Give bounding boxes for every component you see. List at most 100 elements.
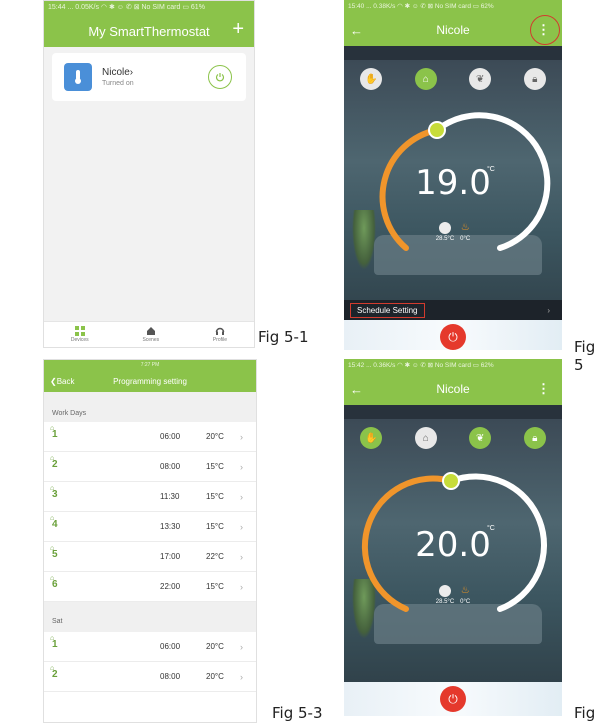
- schedule-row[interactable]: ⌂ 1 06:00 20°C ›: [44, 422, 256, 452]
- home-mode-button[interactable]: ⌂: [414, 68, 437, 90]
- period-icon: ⌂ 1: [50, 635, 58, 650]
- app-header: ❮Back Programming setting: [44, 370, 256, 392]
- period-temp: 20°C: [206, 432, 224, 441]
- lock-button[interactable]: 🔒︎: [523, 68, 546, 90]
- tab-scenes[interactable]: Scenes: [142, 326, 159, 343]
- period-temp: 22°C: [206, 552, 224, 561]
- mode-selector: ✋ ⌂ ❦ 🔒︎: [344, 427, 562, 449]
- app-header: My SmartThermostat +: [44, 15, 254, 47]
- schedule-row[interactable]: ⌂ 3 11:30 15°C ›: [44, 482, 256, 512]
- period-icon: ⌂ 6: [50, 575, 58, 590]
- status-bar: 15:44 ... 0.05K/s ◠ ✱ ☺ ✆ ⊠ No SIM card …: [44, 1, 254, 15]
- power-button[interactable]: ⏻: [440, 324, 466, 350]
- thermostat-icon: [64, 63, 92, 91]
- hand-mode-button[interactable]: ✋: [360, 427, 383, 449]
- device-power-toggle[interactable]: [208, 65, 232, 89]
- lock-button[interactable]: 🔒︎: [523, 427, 546, 449]
- temperature-unit: °C: [487, 525, 495, 532]
- period-time: 06:00: [160, 432, 181, 441]
- back-button[interactable]: ←: [350, 23, 363, 38]
- power-icon: ⏻: [448, 691, 458, 706]
- period-time: 08:00: [160, 672, 181, 681]
- sensor-readings: 28.5°C ♨ 0°C: [344, 222, 562, 242]
- figure-caption: Fig 5: [574, 704, 596, 723]
- period-time: 17:00: [160, 552, 181, 561]
- chevron-right-icon: ›: [240, 521, 243, 532]
- schedule-row[interactable]: ⌂ 6 22:00 15°C ›: [44, 572, 256, 602]
- schedule-setting-label: Schedule Setting: [350, 302, 425, 318]
- dial-knob[interactable]: [428, 121, 446, 139]
- temperature-unit: °C: [487, 166, 495, 173]
- bottom-tab-bar: Devices Scenes Profile: [44, 321, 254, 347]
- mode-selector: ✋ ⌂ ❦ 🔒︎: [344, 68, 562, 90]
- period-icon: ⌂ 3: [50, 485, 58, 500]
- device-list-screen: 15:44 ... 0.05K/s ◠ ✱ ☺ ✆ ⊠ No SIM card …: [43, 0, 255, 348]
- power-button[interactable]: ⏻: [440, 686, 466, 712]
- add-device-button[interactable]: +: [232, 19, 244, 39]
- status-bar: 15:40 ... 0.38K/s ◠ ✱ ☺ ✆ ⊠ No SIM card …: [344, 0, 562, 14]
- status-bar: 15:42 ... 0.36K/s ◠ ✱ ☺ ✆ ⊠ No SIM card …: [344, 359, 562, 373]
- period-icon: ⌂ 1: [50, 425, 58, 440]
- chevron-right-icon: ›: [240, 581, 243, 592]
- status-bar: 7:27 PM: [44, 360, 256, 370]
- page-title: Nicole: [436, 23, 470, 37]
- schedule-row[interactable]: ⌂ 1 06:00 20°C ›: [44, 632, 256, 662]
- tab-label: Devices: [70, 337, 89, 343]
- period-time: 13:30: [160, 522, 181, 531]
- section-header-sat: Sat: [44, 612, 256, 632]
- period-temp: 15°C: [206, 462, 224, 471]
- device-name: Nicole›: [102, 67, 134, 78]
- chevron-right-icon: ›: [240, 461, 243, 472]
- back-button[interactable]: ←: [350, 382, 363, 397]
- chevron-right-icon: ›: [240, 641, 243, 652]
- figure-caption: Fig 5: [574, 338, 596, 374]
- device-status: Turned on: [102, 80, 134, 87]
- chevron-right-icon: ›: [240, 431, 243, 442]
- home-icon: ⌂: [422, 73, 429, 85]
- leaf-icon: ❦: [476, 432, 485, 444]
- schedule-row[interactable]: ⌂ 5 17:00 22°C ›: [44, 542, 256, 572]
- power-icon: ⏻: [448, 329, 458, 344]
- room-temperature: 28.5°C: [435, 599, 455, 605]
- floor-heat-icon: ♨: [460, 585, 470, 596]
- hand-icon: ✋: [365, 432, 378, 444]
- period-icon: ⌂ 2: [50, 665, 58, 680]
- app-header: ← Nicole ⋮: [344, 373, 562, 405]
- sensor-readings: 28.5°C ♨ 0°C: [344, 585, 562, 605]
- target-temperature: 20.0: [415, 525, 491, 565]
- floor-temperature: 0°C: [460, 236, 471, 242]
- dial-knob[interactable]: [442, 472, 460, 490]
- back-button[interactable]: ❮Back: [50, 377, 75, 386]
- eco-mode-button[interactable]: ❦: [469, 68, 492, 90]
- thermostat-screen: 15:42 ... 0.36K/s ◠ ✱ ☺ ✆ ⊠ No SIM card …: [344, 359, 562, 716]
- figure-caption: Fig 5-3: [272, 704, 323, 722]
- schedule-row[interactable]: ⌂ 2 08:00 15°C ›: [44, 452, 256, 482]
- period-temp: 20°C: [206, 672, 224, 681]
- eco-mode-button[interactable]: ❦: [469, 427, 492, 449]
- chevron-right-icon: ›: [240, 491, 243, 502]
- thermostat-screen: 15:40 ... 0.38K/s ◠ ✱ ☺ ✆ ⊠ No SIM card …: [344, 0, 562, 350]
- schedule-setting-row[interactable]: Schedule Setting ›: [344, 300, 562, 320]
- hand-mode-button[interactable]: ✋: [360, 68, 383, 90]
- home-mode-button[interactable]: ⌂: [414, 427, 437, 449]
- home-icon: [146, 327, 155, 335]
- page-title: My SmartThermostat: [88, 23, 210, 39]
- thermometer-icon: [438, 585, 451, 597]
- floor-heat-icon: ♨: [460, 222, 470, 233]
- chevron-right-icon: ›: [240, 551, 243, 562]
- section-header-work-days: Work Days: [44, 400, 256, 422]
- period-temp: 20°C: [206, 642, 224, 651]
- device-card[interactable]: Nicole› Turned on: [52, 53, 246, 101]
- schedule-row[interactable]: ⌂ 2 08:00 20°C ›: [44, 662, 256, 692]
- period-icon: ⌂ 4: [50, 515, 58, 530]
- period-time: 22:00: [160, 582, 181, 591]
- tab-profile[interactable]: Profile: [213, 326, 227, 343]
- tab-label: Scenes: [142, 337, 160, 343]
- schedule-row[interactable]: ⌂ 4 13:30 15°C ›: [44, 512, 256, 542]
- room-temperature: 28.5°C: [435, 236, 455, 242]
- highlight-circle: [530, 15, 560, 45]
- tab-devices[interactable]: Devices: [71, 326, 89, 343]
- thermometer-icon: [438, 222, 451, 234]
- more-menu-button[interactable]: ⋮: [537, 381, 550, 397]
- period-icon: ⌂ 5: [50, 545, 58, 560]
